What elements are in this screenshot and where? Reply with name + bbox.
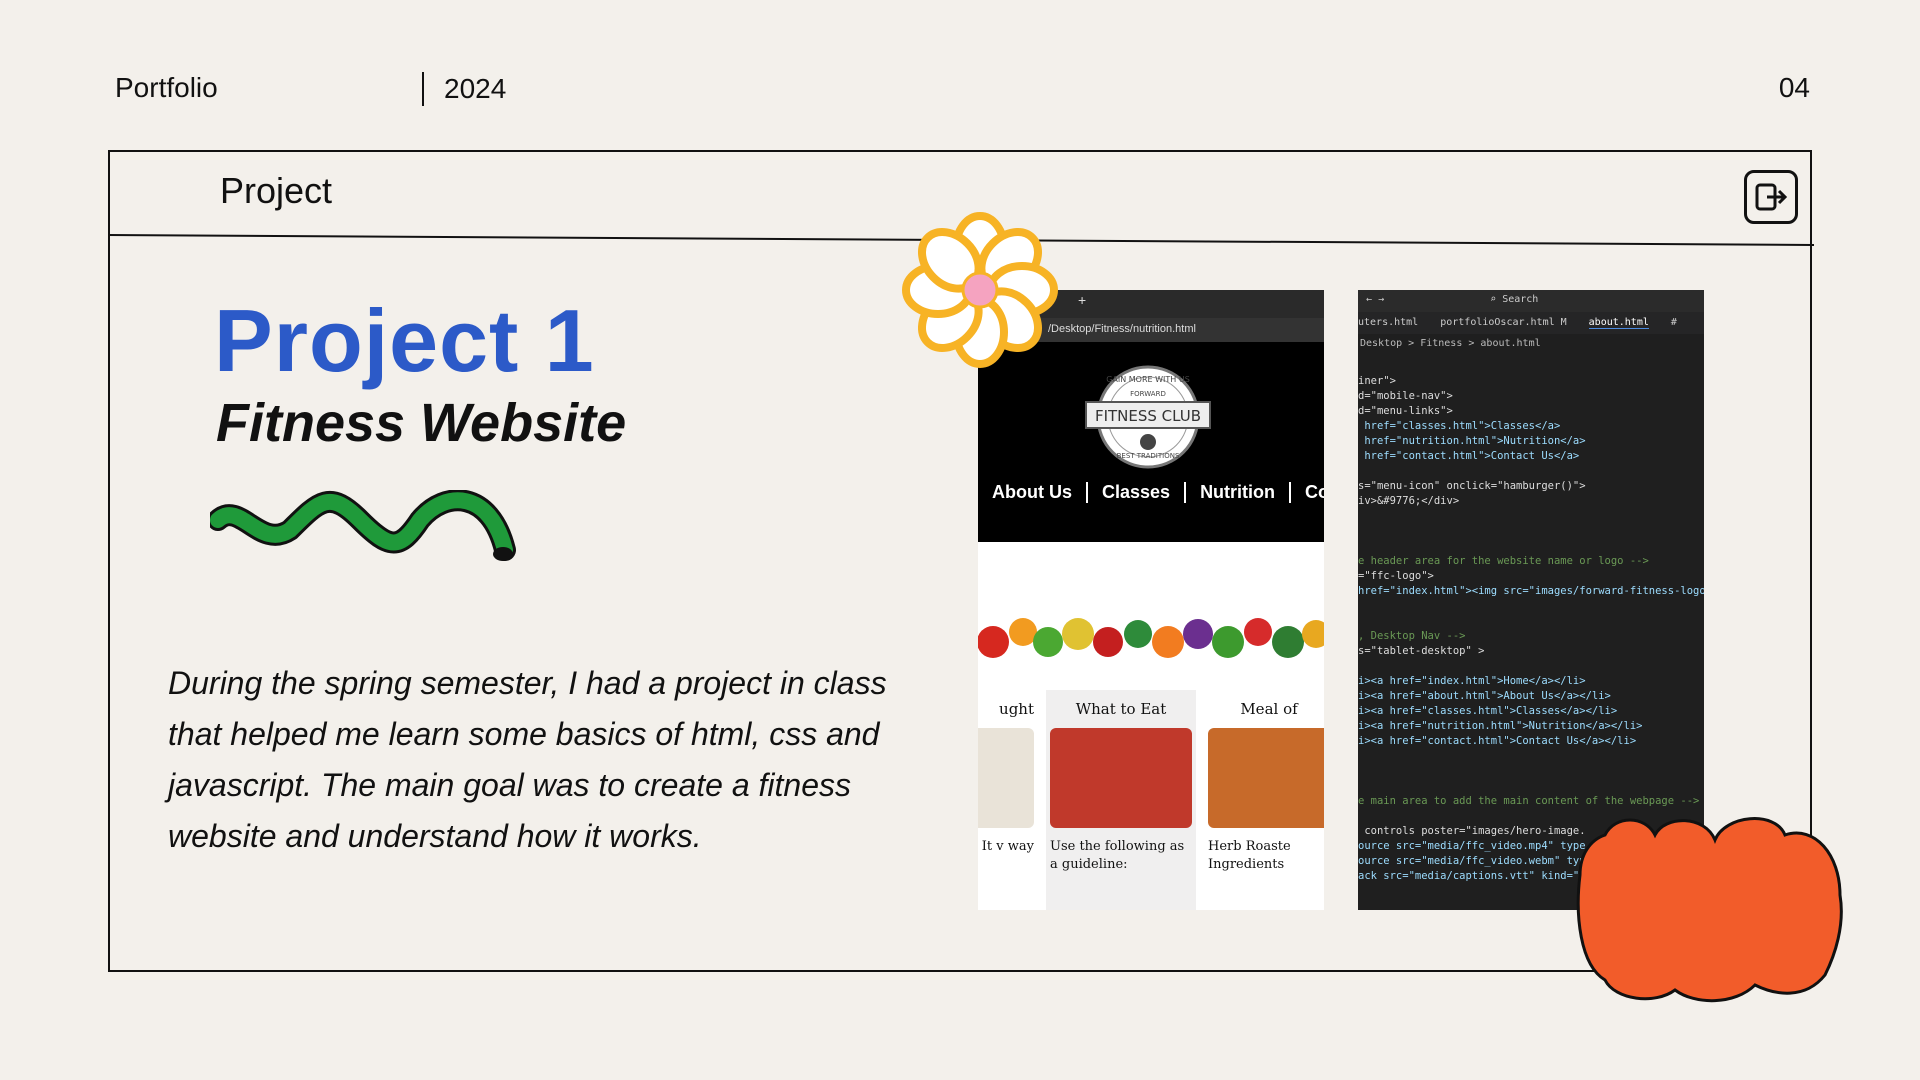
editor-titlebar: ← → ⌕ Search — [1358, 290, 1704, 312]
search-icon: ⌕ — [1490, 294, 1497, 305]
code-line: ="ffc-logo"> — [1358, 570, 1434, 582]
new-tab-icon: + — [1078, 292, 1087, 308]
code-line: i><a href="classes.html">Classes</a></li… — [1358, 705, 1618, 717]
code-line: e header area for the website name or lo… — [1358, 555, 1649, 567]
editor-tabs: uters.html portfolioOscar.html M about.h… — [1358, 312, 1704, 334]
fitness-club-logo: GAIN MORE WITH US FORWARD FITNESS CLUB B… — [1085, 365, 1211, 469]
portfolio-label: Portfolio — [115, 72, 218, 103]
card-bought: ught a et. It v way — [978, 690, 1038, 910]
card-text: Use the following as a guideline: — [1050, 839, 1185, 872]
editor-breadcrumb: Desktop > Fitness > about.html — [1360, 338, 1541, 349]
squiggle-icon — [210, 490, 516, 561]
card-title: ught — [999, 700, 1034, 718]
code-line: e main area to add the main content of t… — [1358, 795, 1700, 807]
card-what-to-eat: What to Eat Use the following as a guide… — [1046, 690, 1196, 910]
code-line: , Desktop Nav --> — [1358, 630, 1466, 642]
editor-tab[interactable]: # — [1671, 317, 1677, 329]
orange-blob-icon — [1576, 817, 1843, 1003]
section-label: Project — [220, 170, 333, 211]
card-title: What to Eat — [1075, 700, 1167, 718]
code-line: href="index.html"><img src="images/forwa… — [1358, 585, 1704, 597]
editor-tab[interactable]: portfolioOscar.html M — [1440, 317, 1566, 329]
project-description: During the spring semester, I had a proj… — [168, 665, 887, 854]
back-arrow-icon: ← — [1366, 294, 1373, 305]
code-area: iner"> d="mobile-nav"> d="menu-links"> hre… — [1358, 356, 1704, 884]
exit-button[interactable] — [1744, 170, 1798, 224]
browser-screenshot: + /Desktop/Fitness/nutrition.html GAIN M… — [978, 290, 1324, 910]
year-label: 2024 — [422, 72, 506, 106]
flower-icon — [902, 212, 1058, 368]
code-line: href="contact.html">Contact Us</a> — [1358, 450, 1580, 462]
card-text: a et. It v way — [978, 839, 1034, 854]
logo-main-text: FITNESS CLUB — [1095, 407, 1201, 425]
code-line: i><a href="index.html">Home</a></li> — [1358, 675, 1586, 687]
forward-arrow-icon: → — [1378, 294, 1385, 305]
code-line: href="classes.html">Classes</a> — [1358, 420, 1561, 432]
code-line: i><a href="about.html">About Us</a></li> — [1358, 690, 1611, 702]
site-nav: About Us Classes Nutrition Conta — [978, 482, 1324, 503]
code-line: iv>&#9776;</div> — [1358, 495, 1460, 507]
editor-search: Search — [1502, 294, 1539, 305]
project-title: Project 1 — [214, 291, 595, 390]
code-line: i><a href="nutrition.html">Nutrition</a>… — [1358, 720, 1643, 732]
vegetables-image — [978, 592, 1324, 662]
code-line: s="menu-icon" onclick="hamburger()"> — [1358, 480, 1586, 492]
code-line: href="nutrition.html">Nutrition</a> — [1358, 435, 1586, 447]
card-image — [978, 728, 1034, 828]
logo-top-text: GAIN MORE WITH US — [1106, 375, 1190, 384]
nav-item-classes[interactable]: Classes — [1088, 482, 1187, 503]
code-line: i><a href="contact.html">Contact Us</a><… — [1358, 735, 1637, 747]
nav-item-nutrition[interactable]: Nutrition — [1186, 482, 1292, 503]
content-cards: ught a et. It v way What to Eat Use the … — [978, 682, 1324, 910]
editor-tab-active[interactable]: about.html — [1588, 317, 1649, 329]
logo-bottom-text: BEST TRADITIONS — [1117, 452, 1180, 460]
card-title: Meal of — [1240, 700, 1298, 718]
vegetables-banner — [978, 542, 1324, 682]
code-line: s="tablet-desktop" > — [1358, 645, 1485, 657]
code-line: iner"> — [1358, 375, 1396, 387]
code-line: d="mobile-nav"> — [1358, 390, 1453, 402]
card-text: Herb Roaste Ingredients — [1208, 839, 1291, 872]
card-image — [1050, 728, 1192, 828]
page-number: 04 — [1778, 72, 1810, 103]
logo-forward-text: FORWARD — [1130, 390, 1166, 398]
exit-icon — [1755, 183, 1788, 211]
editor-tab[interactable]: uters.html — [1358, 317, 1418, 329]
card-image — [1208, 728, 1324, 828]
project-subtitle: Fitness Website — [216, 393, 627, 453]
nav-item-contact[interactable]: Conta — [1291, 482, 1324, 503]
code-line: d="menu-links"> — [1358, 405, 1453, 417]
nav-item-about[interactable]: About Us — [978, 482, 1088, 503]
card-meal-of: Meal of Herb Roaste Ingredients — [1204, 690, 1324, 910]
